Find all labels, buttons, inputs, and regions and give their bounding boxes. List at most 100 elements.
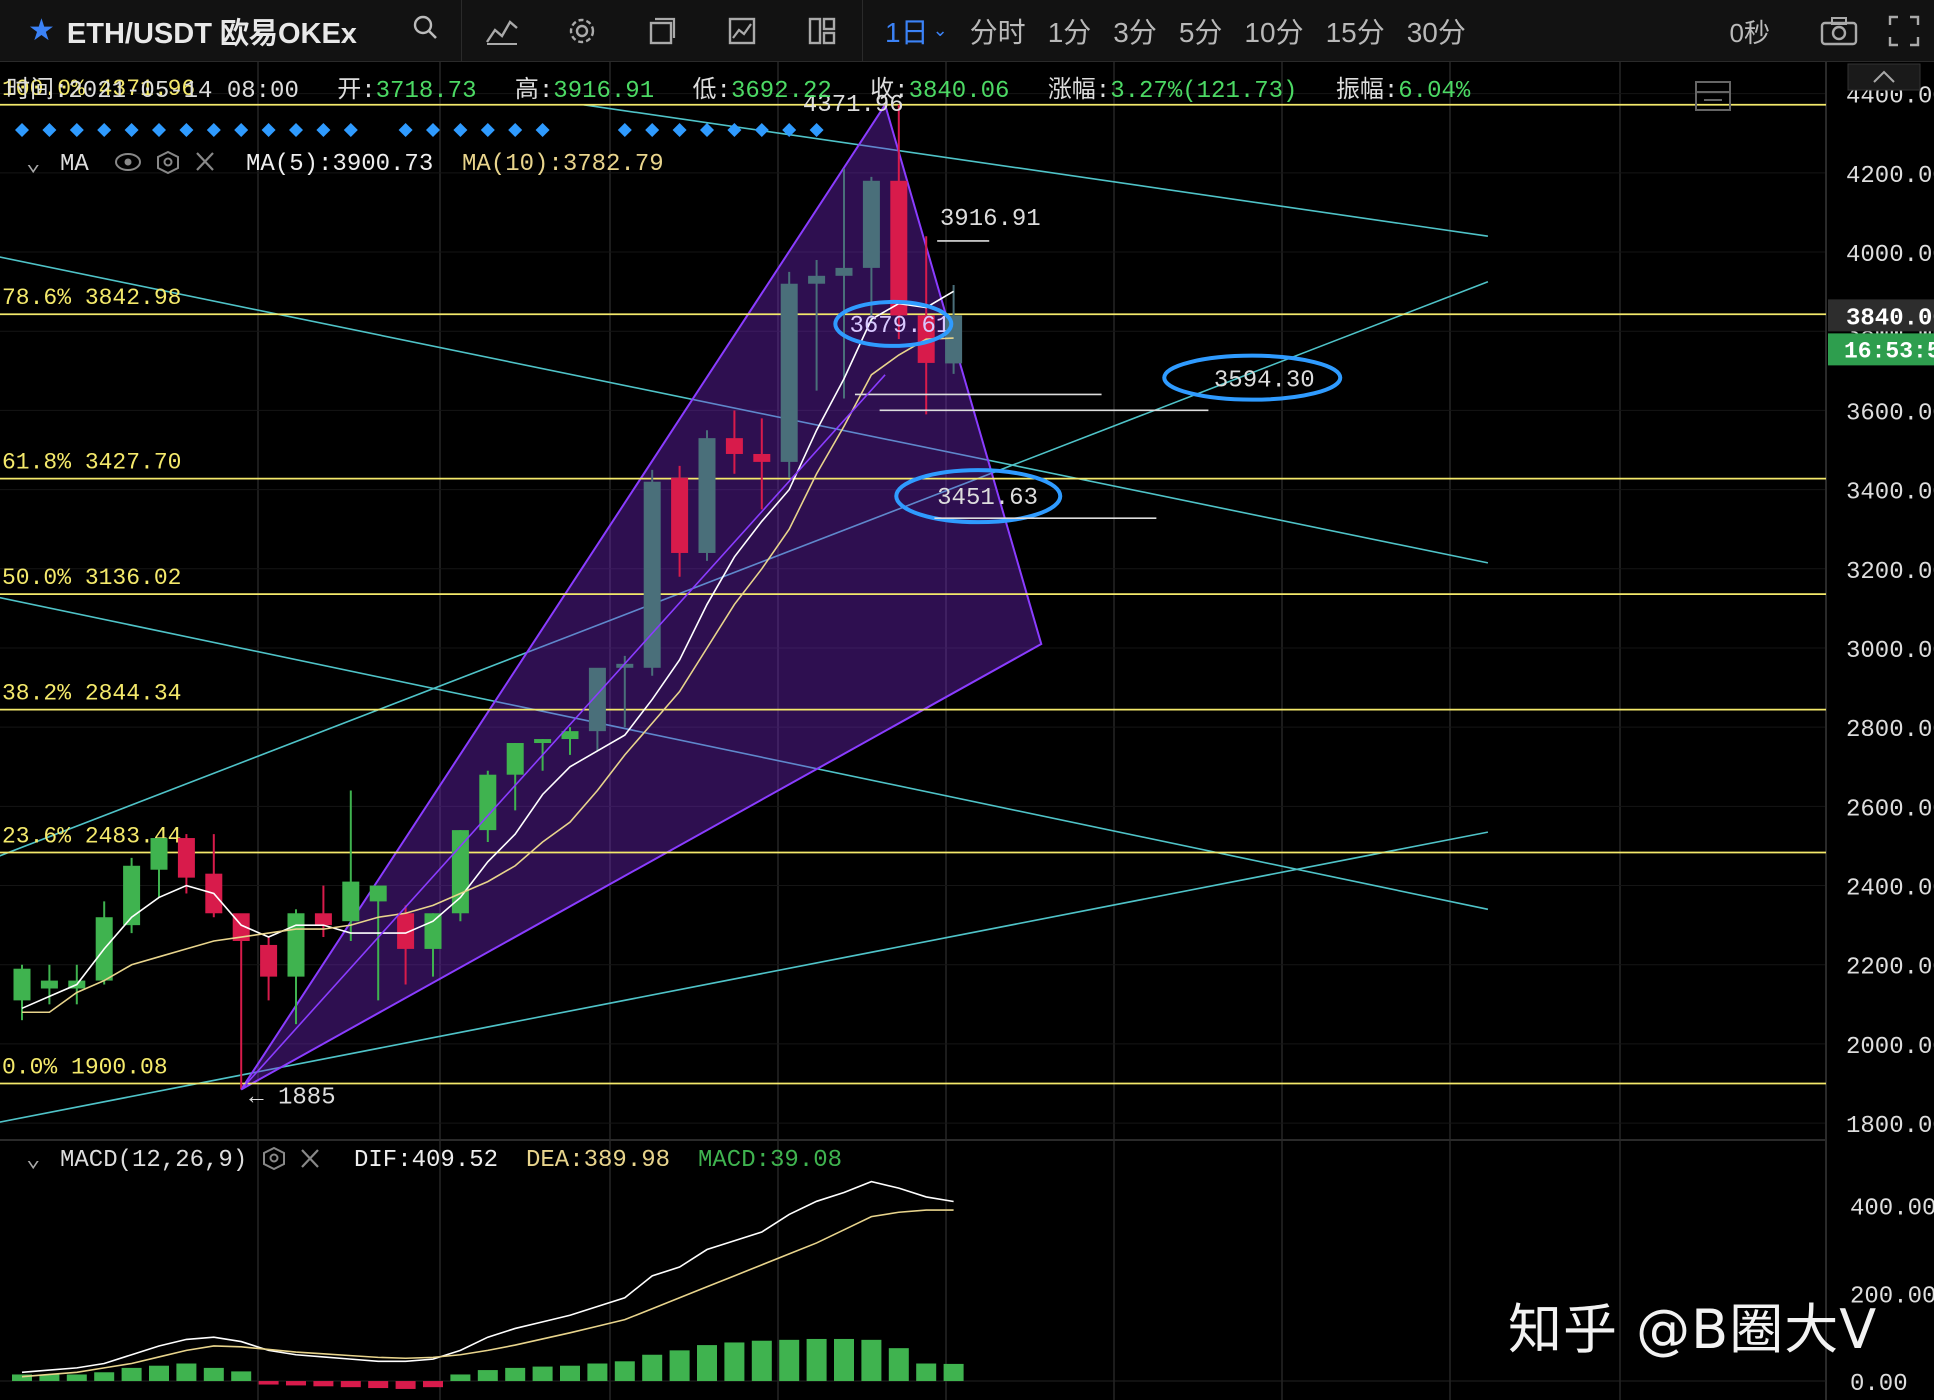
candle-body: [260, 944, 278, 977]
price-tick-label: 3600.00: [1846, 400, 1934, 427]
price-axis: 4400.004200.004000.003800.003600.003400.…: [1827, 62, 1934, 1400]
macd-tick-label: 400.00: [1850, 1196, 1934, 1223]
fib-level-label: 50.0% 3136.02: [2, 565, 181, 591]
event-marker: [316, 123, 331, 137]
event-marker: [398, 123, 413, 137]
amplitude-label: 振幅:: [1336, 76, 1398, 105]
macd-histogram-bar: [916, 1363, 937, 1382]
candlestick-chart[interactable]: 100.0% 4371.9678.6% 3842.9861.8% 3427.70…: [0, 0, 1934, 1400]
event-marker: [727, 123, 742, 137]
price-tick-label: 2600.00: [1846, 796, 1934, 823]
macd-histogram-bar: [642, 1354, 663, 1382]
price-tick-label: 4000.00: [1846, 242, 1934, 269]
candle-body: [150, 838, 168, 870]
macd-histogram-bar: [286, 1381, 306, 1386]
event-marker: [426, 123, 440, 137]
scroll-up-chevron-icon[interactable]: [1847, 63, 1921, 91]
macd-histogram-bar: [395, 1381, 416, 1389]
macd-histogram-bar: [532, 1366, 553, 1382]
macd-histogram-bar: [806, 1338, 827, 1382]
candle-body: [862, 180, 880, 268]
macd-histogram-bar: [203, 1367, 224, 1382]
macd-dif-value: DIF:409.52: [354, 1147, 498, 1174]
candle-body: [451, 830, 469, 914]
event-marker: [480, 123, 495, 137]
high-annotation-label: 3916.91: [940, 206, 1041, 233]
price-tick-label: 3400.00: [1846, 480, 1934, 507]
macd-histogram-bar: [697, 1345, 717, 1382]
candle-body: [890, 180, 908, 316]
high-value: 3916.91: [553, 78, 654, 105]
macd-histogram-bar: [614, 1361, 635, 1382]
ma-legend-name: MA: [60, 151, 89, 178]
event-marker: [617, 123, 632, 137]
high-label: 高:: [515, 76, 553, 105]
close-icon[interactable]: [196, 152, 214, 171]
price-tick-label: 2000.00: [1846, 1034, 1934, 1061]
fib-level-label: 38.2% 2844.34: [2, 681, 181, 707]
amplitude-value: 6.04%: [1398, 78, 1471, 105]
event-marker: [343, 123, 358, 137]
event-markers: [15, 123, 824, 137]
settings-icon[interactable]: [157, 150, 179, 175]
macd-histogram-bar: [505, 1367, 526, 1382]
macd-histogram-bar: [231, 1371, 252, 1382]
event-marker: [700, 123, 714, 137]
candle-body: [287, 913, 305, 977]
price-tick-label: 4200.00: [1846, 163, 1934, 190]
svg-text:时间:2021-05-14 08:00 开:3718: 时间:2021-05-14 08:00 开:3718.73 高:3916.91 …: [6, 76, 1471, 105]
macd-settings-icon[interactable]: [263, 1146, 285, 1171]
close-label: 收:: [870, 76, 908, 105]
macd-histogram-bar: [340, 1381, 361, 1388]
support-label-1: 3679.61: [849, 313, 950, 340]
ma5-value: MA(5):3900.73: [246, 151, 433, 178]
candle-body: [506, 743, 524, 775]
macd-histogram-bar: [560, 1365, 580, 1382]
macd-histogram-bar: [669, 1350, 690, 1382]
time-label: 时间:: [6, 76, 68, 105]
candle-body: [753, 453, 771, 462]
change-label: 涨幅:: [1048, 76, 1110, 105]
price-tick-label: 2200.00: [1846, 955, 1934, 982]
macd-histogram-bar: [94, 1372, 115, 1382]
fib-level-label: 0.0% 1900.08: [2, 1054, 168, 1080]
candle-body: [314, 913, 332, 926]
candle-body: [588, 667, 606, 732]
event-marker: [69, 123, 84, 137]
macd-histogram-bar: [121, 1367, 142, 1382]
ma-legend: ⌄ MA MA(5):3900.73 MA(10):3782.79: [26, 150, 664, 178]
collapse-chevron-icon[interactable]: ⌄: [26, 151, 40, 178]
low-price-label: ← 1885: [249, 1084, 335, 1111]
time-value: 2021-05-14 08:00: [68, 78, 298, 105]
macd-close-icon[interactable]: [301, 1149, 319, 1168]
macd-legend-name: MACD(12,26,9): [60, 1147, 247, 1174]
event-marker: [179, 123, 194, 137]
macd-histogram-bar: [149, 1365, 169, 1382]
candle-body: [123, 865, 141, 926]
watermark: 知乎 @B圈大V: [1508, 1298, 1878, 1361]
ma10-value: MA(10):3782.79: [462, 151, 664, 178]
macd-histogram-bar: [779, 1339, 800, 1382]
event-marker: [206, 123, 221, 137]
event-marker: [42, 123, 57, 137]
price-tick-label: 3000.00: [1846, 638, 1934, 665]
macd-hist-value: MACD:39.08: [698, 1147, 842, 1174]
countdown-label: 16:53:52: [1844, 338, 1934, 364]
price-tick-label: 3200.00: [1846, 559, 1934, 586]
candle-body: [561, 731, 579, 740]
price-tick-label: 2800.00: [1846, 717, 1934, 744]
candle-body: [424, 913, 442, 949]
calendar-icon[interactable]: [1695, 81, 1731, 111]
macd-collapse-chevron-icon[interactable]: ⌄: [26, 1147, 40, 1174]
event-marker: [289, 123, 303, 137]
candle-body: [369, 885, 387, 902]
event-marker: [645, 123, 660, 137]
macd-histogram-bar: [450, 1374, 471, 1382]
price-tick-label: 1800.00: [1846, 1113, 1934, 1140]
candle-body: [780, 283, 798, 462]
candle-body: [835, 267, 853, 276]
price-tick-label: 2400.00: [1846, 876, 1934, 903]
eye-icon[interactable]: [115, 153, 141, 171]
macd-histogram-bar: [751, 1340, 772, 1382]
fib-level-label: 78.6% 3842.98: [2, 285, 181, 311]
